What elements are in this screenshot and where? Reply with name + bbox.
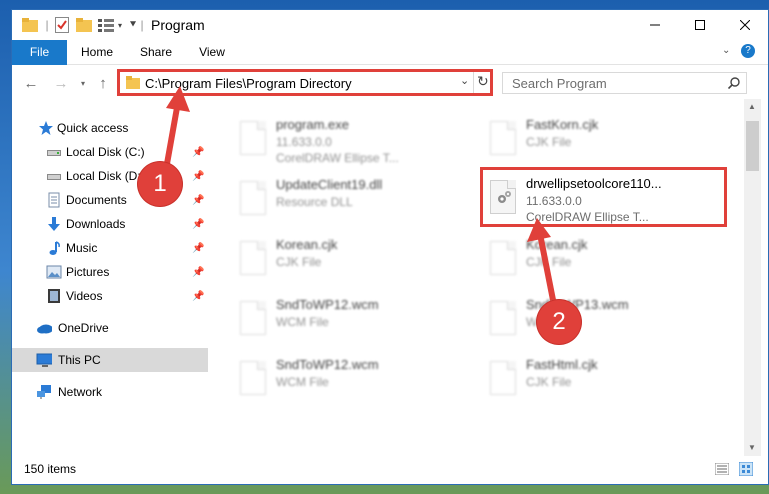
arrow-2-shaft <box>537 233 556 301</box>
step-1-badge: 1 <box>138 162 182 206</box>
arrow-1-head <box>166 86 190 112</box>
arrow-2-head <box>527 218 551 242</box>
annotation-arrows <box>162 86 556 301</box>
step-2-badge: 2 <box>537 300 581 344</box>
